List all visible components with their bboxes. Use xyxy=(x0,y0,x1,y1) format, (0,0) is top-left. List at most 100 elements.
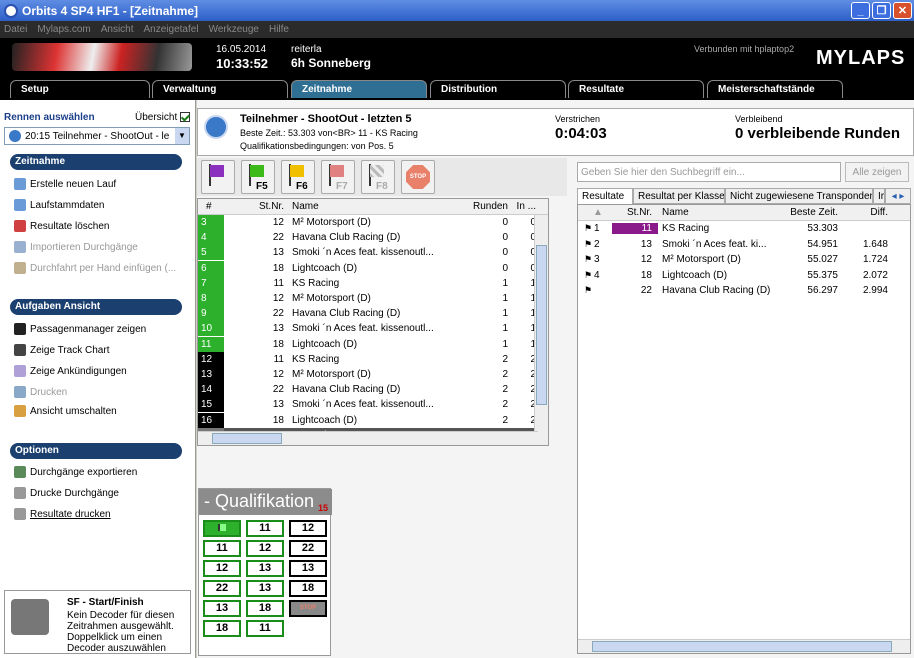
results-grid[interactable]: ▲ St.Nr. Name Beste Zeit. Diff. ⚑ 1 11 KS R… xyxy=(577,204,911,654)
results-horizontal-scrollbar[interactable] xyxy=(578,639,910,653)
vertical-scrollbar[interactable] xyxy=(534,215,548,445)
maximize-button[interactable]: ❐ xyxy=(872,2,891,19)
action-export-passings[interactable]: Durchgänge exportieren xyxy=(14,466,137,478)
col-header[interactable]: In ... xyxy=(508,201,536,212)
menu-hilfe[interactable]: Hilfe xyxy=(269,24,289,35)
qualification-cell[interactable]: 22 xyxy=(289,540,327,557)
menu-ansicht[interactable]: Ansicht xyxy=(101,24,134,35)
action-announcements[interactable]: Zeige Ankündigungen xyxy=(14,365,127,377)
stop-icon[interactable]: STOP xyxy=(289,600,327,617)
tab-resultate[interactable]: Resultate xyxy=(577,188,633,204)
tab-more[interactable]: Ir xyxy=(873,188,885,204)
table-row[interactable]: 10 13 Smoki ´n Aces feat. kissenoutl... 11 xyxy=(198,321,548,337)
result-row[interactable]: ⚑ 22 Havana Club Racing (D) 56.297 2.994 xyxy=(578,283,910,299)
action-toggle-view[interactable]: Ansicht umschalten xyxy=(14,405,117,417)
green-flag-button[interactable]: F5 xyxy=(241,160,275,194)
red-flag-button[interactable]: F7 xyxy=(321,160,355,194)
col-header[interactable]: Name xyxy=(288,201,468,212)
col-header[interactable]: St.Nr. xyxy=(618,207,658,218)
result-row[interactable]: ⚑ 1 11 KS Racing 53.303 xyxy=(578,221,910,237)
action-manual-passing[interactable]: Durchfahrt per Hand einfügen (... xyxy=(14,262,176,274)
tab-scroll-arrows[interactable]: ◂ ▸ xyxy=(885,188,911,204)
tab-resultate[interactable]: Resultate xyxy=(568,80,704,98)
col-header[interactable]: Name xyxy=(658,207,776,218)
menu-anzeigetafel[interactable]: Anzeigetafel xyxy=(144,24,199,35)
tab-distribution[interactable]: Distribution xyxy=(430,80,566,98)
table-row[interactable]: 15 13 Smoki ´n Aces feat. kissenoutl... 22 xyxy=(198,397,548,413)
action-run-data[interactable]: Laufstammdaten xyxy=(14,199,105,211)
qualification-cell[interactable]: 18 xyxy=(203,620,241,637)
minimize-button[interactable]: _ xyxy=(851,2,870,19)
section-zeitnahme[interactable]: Zeitnahme xyxy=(10,154,182,170)
action-print-results[interactable]: Resultate drucken xyxy=(14,508,111,520)
tab-unassigned-transponder[interactable]: Nicht zugewiesene Transponder xyxy=(725,188,873,204)
qualification-cell[interactable]: 18 xyxy=(289,580,327,597)
menu-datei[interactable]: Datei xyxy=(4,24,27,35)
table-row[interactable]: 3 12 M² Motorsport (D) 00 xyxy=(198,215,548,231)
yellow-flag-button[interactable]: F6 xyxy=(281,160,315,194)
qualification-cell[interactable]: 13 xyxy=(246,580,284,597)
close-button[interactable]: ✕ xyxy=(893,2,912,19)
action-print-passings[interactable]: Drucke Durchgänge xyxy=(14,487,119,499)
table-row[interactable]: 4 22 Havana Club Racing (D) 00 xyxy=(198,230,548,246)
sort-icon[interactable]: ▲ xyxy=(578,207,618,218)
tab-resultat-klasse[interactable]: Resultat per Klasse xyxy=(633,188,725,204)
table-row[interactable]: 14 22 Havana Club Racing (D) 22 xyxy=(198,382,548,398)
menu-werkzeuge[interactable]: Werkzeuge xyxy=(209,24,259,35)
tab-verwaltung[interactable]: Verwaltung xyxy=(152,80,288,98)
table-row[interactable]: 9 22 Havana Club Racing (D) 11 xyxy=(198,306,548,322)
qualification-cell[interactable]: 11 xyxy=(246,520,284,537)
table-row[interactable]: 7 11 KS Racing 11 xyxy=(198,275,548,291)
qualification-cell[interactable]: 22 xyxy=(203,580,241,597)
qualification-cell[interactable]: 18 xyxy=(246,600,284,617)
overview-toggle[interactable]: Übersicht xyxy=(135,112,191,123)
qualification-cell[interactable]: 12 xyxy=(203,560,241,577)
result-row[interactable]: ⚑ 4 18 Lightcoach (D) 55.375 2.072 xyxy=(578,268,910,284)
passings-grid[interactable]: # St.Nr. Name Runden In ... 3 12 M² Motors… xyxy=(197,198,549,446)
horizontal-scrollbar[interactable] xyxy=(198,431,538,445)
show-all-button[interactable]: Alle zeigen xyxy=(845,162,909,182)
section-optionen[interactable]: Optionen xyxy=(10,443,182,459)
qualification-cell[interactable]: 11 xyxy=(203,540,241,557)
action-track-chart[interactable]: Zeige Track Chart xyxy=(14,344,109,356)
race-dropdown[interactable]: 20:15 Teilnehmer - ShootOut - le ▼ xyxy=(4,127,190,145)
action-passage-manager[interactable]: Passagenmanager zeigen xyxy=(14,323,146,335)
col-header[interactable]: St.Nr. xyxy=(248,201,288,212)
qualification-cell[interactable]: 13 xyxy=(289,560,327,577)
search-input[interactable]: Geben Sie hier den Suchbegriff ein... xyxy=(577,162,841,182)
table-row[interactable]: 8 12 M² Motorsport (D) 11 xyxy=(198,291,548,307)
menu-mylaps[interactable]: Mylaps.com xyxy=(37,24,90,35)
decoder-panel[interactable]: SF - Start/Finish Kein Decoder für diese… xyxy=(4,590,191,654)
action-new-run[interactable]: Erstelle neuen Lauf xyxy=(14,178,116,190)
checkered-flag-button[interactable]: F8 xyxy=(361,160,395,194)
qualification-cell[interactable]: 12 xyxy=(246,540,284,557)
table-row[interactable]: 5 13 Smoki ´n Aces feat. kissenoutl... 00 xyxy=(198,245,548,261)
action-import-passings[interactable]: Importieren Durchgänge xyxy=(14,241,138,253)
action-delete-results[interactable]: Resultate löschen xyxy=(14,220,110,232)
result-row[interactable]: ⚑ 2 13 Smoki ´n Aces feat. ki... 54.951 1.648 xyxy=(578,237,910,253)
purple-flag-button[interactable] xyxy=(201,160,235,194)
tab-meisterschaft[interactable]: Meisterschaftstände xyxy=(707,80,843,98)
table-row[interactable]: 12 11 KS Racing 22 xyxy=(198,351,548,367)
chevron-down-icon[interactable]: ▼ xyxy=(175,128,189,144)
overview-checkbox[interactable] xyxy=(180,112,191,123)
qualification-cell[interactable]: 13 xyxy=(203,600,241,617)
result-row[interactable]: ⚑ 3 12 M² Motorsport (D) 55.027 1.724 xyxy=(578,252,910,268)
col-header[interactable]: # xyxy=(198,201,248,212)
table-row[interactable]: 16 18 Lightcoach (D) 22 xyxy=(198,412,548,428)
qualification-cell[interactable]: 13 xyxy=(246,560,284,577)
table-row[interactable]: 11 18 Lightcoach (D) 11 xyxy=(198,336,548,352)
qualification-cell[interactable]: 11 xyxy=(246,620,284,637)
col-header[interactable]: Diff. xyxy=(838,207,888,218)
action-print[interactable]: Drucken xyxy=(14,386,67,398)
col-header[interactable]: Runden xyxy=(468,201,508,212)
tab-zeitnahme[interactable]: Zeitnahme xyxy=(291,80,427,98)
stop-button[interactable]: STOP xyxy=(401,160,435,194)
col-header[interactable]: Beste Zeit. xyxy=(776,207,838,218)
table-row[interactable]: 13 12 M² Motorsport (D) 22 xyxy=(198,366,548,382)
section-aufgaben[interactable]: Aufgaben Ansicht xyxy=(10,299,182,315)
tab-setup[interactable]: Setup xyxy=(10,80,150,98)
green-flag-icon[interactable] xyxy=(203,520,241,537)
qualification-cell[interactable]: 12 xyxy=(289,520,327,537)
table-row[interactable]: 6 18 Lightcoach (D) 00 xyxy=(198,260,548,276)
